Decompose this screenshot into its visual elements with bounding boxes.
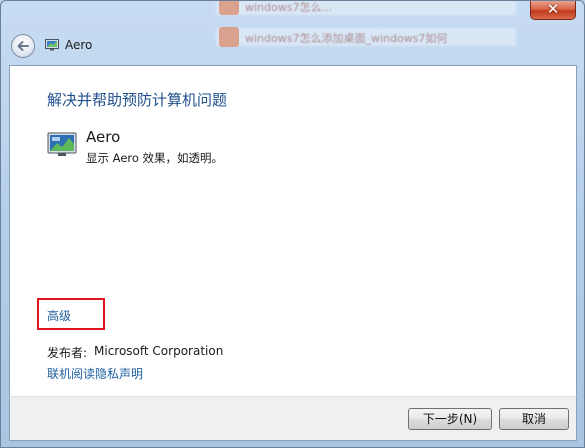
cancel-button[interactable]: 取消 [499, 408, 569, 430]
wizard-window: windows7怎么... windows7怎么添加桌面_windows7如何 … [0, 0, 585, 448]
content-panel: 解决并帮助预防计算机问题 Aero 显示 Aero 效果，如透明。 高级 发布者… [9, 65, 577, 397]
monitor-icon [45, 39, 59, 51]
background-blur-text: windows7怎么... [245, 1, 332, 14]
privacy-statement-link[interactable]: 联机阅读隐私声明 [47, 365, 143, 382]
background-blur-icon [219, 1, 239, 15]
troubleshooter-description: 显示 Aero 效果，如透明。 [86, 151, 224, 165]
next-button[interactable]: 下一步(N) [408, 408, 492, 430]
background-blur-icon [219, 27, 239, 47]
back-arrow-icon [17, 41, 29, 51]
publisher-value: Microsoft Corporation [94, 344, 224, 358]
advanced-link[interactable]: 高级 [47, 307, 71, 324]
close-icon: ✕ [546, 0, 560, 18]
background-blur-text: windows7怎么添加桌面_windows7如何 [245, 32, 448, 45]
aero-monitor-icon [47, 132, 77, 156]
window-title: Aero [65, 38, 93, 52]
publisher-label: 发布者: [47, 346, 88, 360]
button-bar: 下一步(N) 取消 [9, 396, 577, 441]
page-heading: 解决并帮助预防计算机问题 [47, 91, 228, 109]
close-button[interactable]: ✕ [530, 1, 576, 20]
troubleshooter-title: Aero [86, 128, 121, 146]
back-button[interactable] [11, 34, 35, 58]
